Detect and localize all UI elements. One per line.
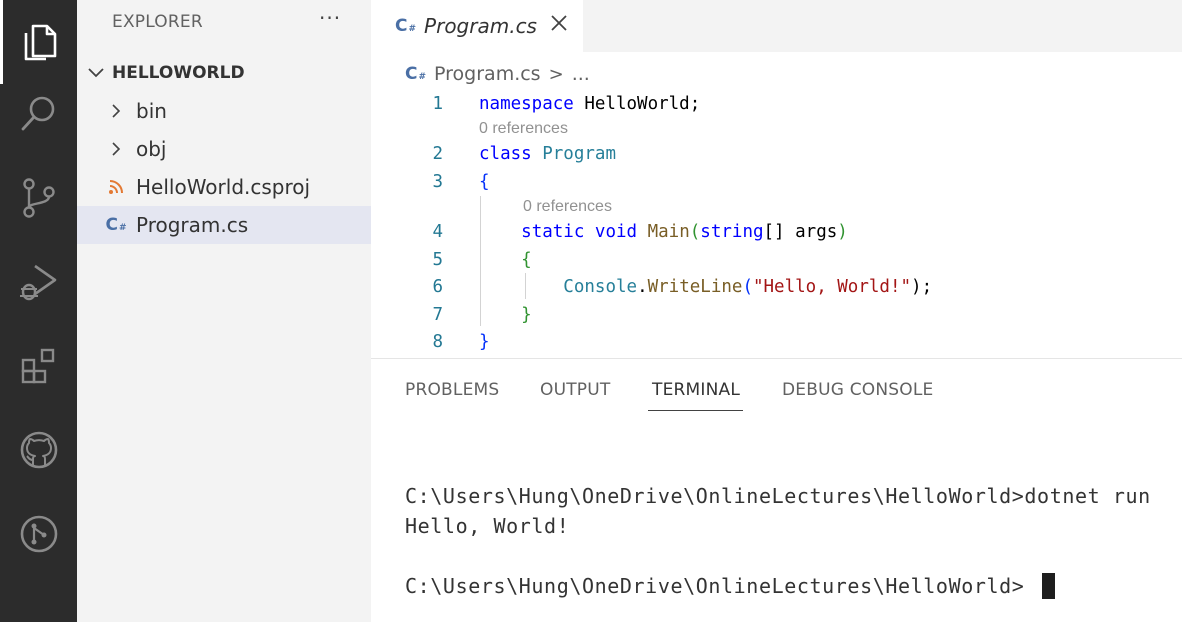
- token-bracket: {: [521, 250, 532, 270]
- extensions-button[interactable]: [0, 324, 77, 408]
- tree-item-program-cs[interactable]: C # Program.cs: [77, 206, 371, 244]
- csharp-icon: C #: [105, 215, 127, 235]
- line-number: 1: [432, 94, 443, 114]
- code-line-5: {: [479, 250, 532, 270]
- source-control-icon: [22, 178, 55, 218]
- token-text: []: [763, 222, 785, 242]
- chevron-right-icon: [105, 138, 127, 160]
- terminal-line: Hello, World!: [405, 514, 570, 538]
- csharp-icon: C #: [395, 16, 417, 36]
- breadcrumb-separator: >: [548, 63, 564, 85]
- line-number: 5: [432, 250, 443, 270]
- folder-name: HELLOWORLD: [112, 63, 245, 83]
- more-actions-button[interactable]: ···: [319, 6, 341, 30]
- breadcrumb-more[interactable]: ...: [572, 63, 590, 85]
- token-keyword: static: [521, 222, 585, 242]
- panel-divider: [371, 358, 1182, 359]
- token-keyword: string: [700, 222, 764, 242]
- code-line-8: }: [479, 332, 490, 352]
- breadcrumb-file[interactable]: Program.cs: [434, 63, 541, 85]
- code-line-1: namespace HelloWorld;: [479, 94, 700, 114]
- tab-program-cs[interactable]: C # Program.cs: [371, 0, 583, 52]
- run-debug-button[interactable]: [0, 240, 77, 324]
- tree-item-label: Program.cs: [136, 213, 249, 237]
- rss-icon: [105, 176, 127, 198]
- editor-tab-bar: C # Program.cs: [371, 0, 1182, 52]
- search-button[interactable]: [0, 72, 77, 156]
- tree-item-label: bin: [136, 99, 167, 123]
- sidebar-title: EXPLORER: [112, 12, 203, 32]
- token-bracket: ): [837, 222, 848, 242]
- token-keyword: void: [584, 222, 638, 242]
- files-icon: [24, 24, 56, 61]
- token-keyword: namespace: [479, 94, 574, 114]
- tree-item-obj[interactable]: obj: [77, 130, 371, 168]
- token-bracket: }: [479, 332, 490, 352]
- token-bracket: {: [479, 172, 490, 192]
- search-icon: [21, 96, 54, 131]
- line-number: 7: [432, 305, 443, 325]
- tree-item-csproj[interactable]: HelloWorld.csproj: [77, 168, 371, 206]
- token-string: "Hello, World!": [752, 277, 912, 297]
- tree-item-label: obj: [136, 137, 167, 161]
- remote-button[interactable]: [0, 492, 77, 576]
- token-type: Console: [563, 277, 638, 297]
- code-line-7: }: [479, 305, 532, 325]
- run-debug-icon: [19, 264, 56, 301]
- code-lens-references[interactable]: 0 references: [523, 198, 612, 216]
- csharp-icon: C #: [405, 64, 427, 84]
- token-text: );: [911, 277, 933, 297]
- close-icon[interactable]: [549, 13, 569, 33]
- tab-debug-console[interactable]: DEBUG CONSOLE: [782, 380, 933, 400]
- explorer-sidebar: EXPLORER ··· HELLOWORLD bin obj HelloWor…: [77, 0, 371, 622]
- terminal-cursor: [1042, 573, 1055, 599]
- code-lens-references[interactable]: 0 references: [479, 120, 568, 138]
- line-number: 3: [432, 172, 443, 192]
- remote-icon: [20, 515, 57, 553]
- token-function: Main: [637, 222, 690, 242]
- active-tab-indicator: [648, 410, 743, 411]
- tab-terminal[interactable]: TERMINAL: [652, 380, 740, 400]
- terminal-line: C:\Users\Hung\OneDrive\OnlineLectures\He…: [405, 484, 1151, 508]
- token-bracket: (: [742, 277, 753, 297]
- token-text: HelloWorld;: [573, 94, 701, 114]
- tab-problems[interactable]: PROBLEMS: [405, 380, 499, 400]
- token-bracket: (: [689, 222, 701, 242]
- code-editor[interactable]: 1 namespace HelloWorld; 0 references 2 c…: [371, 88, 1182, 356]
- token-text: .: [637, 277, 648, 297]
- code-line-2: class Program: [479, 144, 616, 164]
- token-function: WriteLine: [647, 277, 743, 297]
- line-number: 8: [432, 332, 443, 352]
- code-line-3: {: [479, 172, 490, 192]
- token-keyword: class: [479, 144, 532, 164]
- github-button[interactable]: [0, 408, 77, 492]
- line-number: 2: [432, 144, 443, 164]
- source-control-button[interactable]: [0, 156, 77, 240]
- github-icon: [20, 431, 57, 469]
- breadcrumb: C # Program.cs > ...: [405, 60, 590, 88]
- tab-label: Program.cs: [424, 14, 537, 38]
- folder-header[interactable]: HELLOWORLD: [77, 58, 371, 88]
- chevron-right-icon: [105, 100, 127, 122]
- code-line-4: static void Main(string[] args): [479, 222, 848, 242]
- code-line-6: Console.WriteLine("Hello, World!");: [479, 277, 932, 297]
- token-bracket: }: [521, 305, 532, 325]
- tree-item-bin[interactable]: bin: [77, 92, 371, 130]
- chevron-down-icon: [88, 68, 104, 78]
- extensions-icon: [21, 348, 54, 384]
- tree-item-label: HelloWorld.csproj: [136, 175, 311, 199]
- terminal-prompt[interactable]: C:\Users\Hung\OneDrive\OnlineLectures\He…: [405, 574, 1024, 598]
- activity-bar: [0, 0, 77, 622]
- line-number: 4: [432, 222, 443, 242]
- token-type: Program: [531, 144, 616, 164]
- line-number: 6: [432, 277, 443, 297]
- token-parameter: args: [784, 222, 838, 242]
- tab-output[interactable]: OUTPUT: [540, 380, 611, 400]
